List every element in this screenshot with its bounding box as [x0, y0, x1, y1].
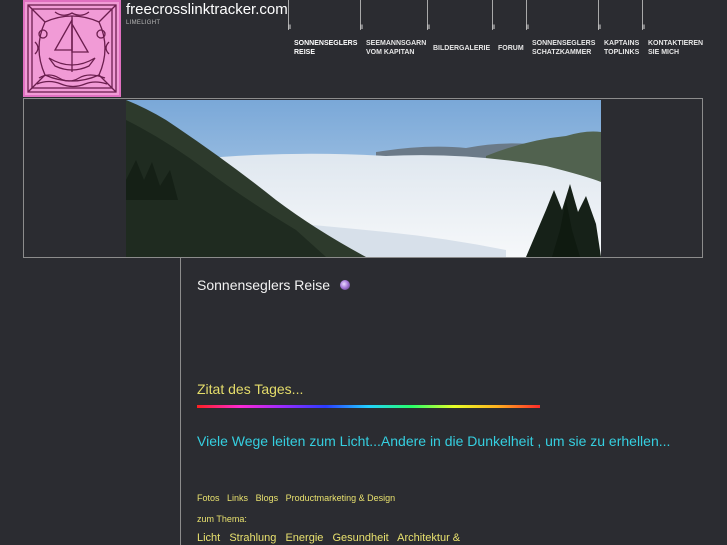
nav-tick-icon: lll — [642, 25, 645, 31]
nav-tick-icon: lll — [288, 25, 291, 31]
thema-label: zum Thema: — [197, 514, 247, 524]
nav-item-label: BILDERGALERIE — [433, 45, 491, 52]
site-title[interactable]: freecrosslinktracker.com — [126, 1, 288, 18]
quote-of-the-day: Viele Wege leiten zum Licht...Andere in … — [197, 433, 671, 449]
link-fotos[interactable]: Fotos — [197, 493, 220, 503]
page-title: Sonnenseglers Reise — [197, 277, 331, 293]
nav-item-label: SONNENSEGLERS SCHATZKAMMER — [532, 40, 596, 56]
nav-item-label: FORUM — [498, 45, 524, 52]
link-links[interactable]: Links — [227, 493, 248, 503]
nav-item-label: SONNENSEGLERS REISE — [294, 40, 358, 56]
theme-link-licht[interactable]: Licht — [197, 532, 220, 544]
theme-links: Licht Strahlung Energie Gesundheit Archi… — [197, 532, 466, 544]
nav-tick-icon: lll — [360, 25, 363, 31]
purple-orb-icon — [340, 280, 350, 290]
site-subtitle: LIMELIGHT — [126, 20, 161, 26]
theme-link-gesundheit[interactable]: Gesundheit — [332, 532, 388, 544]
quote-heading: Zitat des Tages... — [197, 381, 304, 397]
link-productmarketing[interactable]: Productmarketing & Design — [286, 493, 396, 503]
link-blogs[interactable]: Blogs — [256, 493, 279, 503]
nav-tick-icon: lll — [427, 25, 430, 31]
nav-tick-icon: lll — [526, 25, 529, 31]
nav-item-label: SEEMANNSGARN VOM KAPITAN — [366, 40, 427, 56]
banner-photo — [126, 100, 601, 257]
sidebar-divider — [180, 258, 181, 545]
theme-link-energie[interactable]: Energie — [285, 532, 323, 544]
theme-link-strahlung[interactable]: Strahlung — [229, 532, 276, 544]
rainbow-divider — [197, 405, 540, 408]
category-links: Fotos Links Blogs Productmarketing & Des… — [197, 493, 400, 503]
nav-item-label: KONTAKTIEREN SIE MICH — [648, 40, 704, 56]
nav-item-label: KAPTAINS TOPLINKS — [604, 40, 640, 56]
nav-tick-icon: lll — [598, 25, 601, 31]
nav-tick-icon: lll — [492, 25, 495, 31]
site-logo[interactable] — [23, 0, 121, 97]
mountain-sea-of-clouds-image — [126, 100, 601, 257]
ship-emblem-icon — [25, 2, 119, 95]
theme-link-architektur[interactable]: Architektur & — [397, 532, 460, 544]
